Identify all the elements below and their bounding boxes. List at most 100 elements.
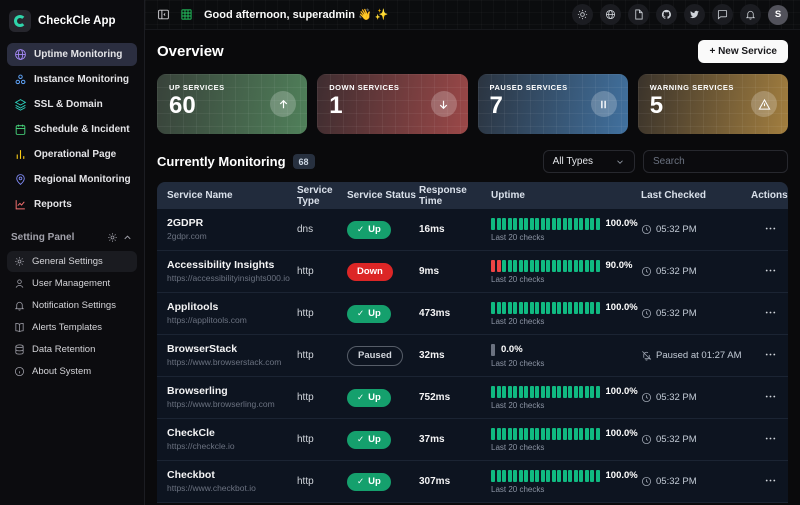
collapse-sidebar-button[interactable] [157,8,170,21]
stat-card-paused-services[interactable]: PAUSED SERVICES7 [478,74,628,134]
settings-item-general-settings[interactable]: General Settings [7,251,137,272]
last-checked-cell: 05:32 PM [641,434,751,445]
clock-icon [641,224,652,235]
github-button[interactable] [656,4,677,25]
uptime-bar [563,302,567,314]
topbar: Good afternoon, superadmin 👋 ✨ S [145,0,800,30]
sidebar-item-uptime-monitoring[interactable]: Uptime Monitoring [7,43,137,66]
app-logo[interactable]: CheckCle App [7,8,137,43]
type-filter-select[interactable]: All Types [543,150,635,173]
stat-card-down-services[interactable]: DOWN SERVICES1 [317,74,467,134]
uptime-bar [491,260,495,272]
response-time: 473ms [419,308,491,319]
user-icon [14,278,25,289]
row-actions-cell [751,432,777,448]
sidebar-item-ssl-domain[interactable]: SSL & Domain [7,93,137,116]
settings-item-user-management[interactable]: User Management [7,273,137,294]
uptime-bar [535,302,539,314]
sidebar-item-schedule-incident[interactable]: Schedule & Incident [7,118,137,141]
table-row-2gdpr[interactable]: 2GDPR2gdpr.comdns✓Up16ms100.0%Last 20 ch… [157,209,788,251]
uptime-bar [552,260,556,272]
stat-card-up-services[interactable]: UP SERVICES60 [157,74,307,134]
settings-panel-header[interactable]: Setting Panel [7,218,137,251]
settings-item-notification-settings[interactable]: Notification Settings [7,295,137,316]
theme-toggle-button[interactable] [572,4,593,25]
globe-icon [14,48,27,61]
sidebar-item-instance-monitoring[interactable]: Instance Monitoring [7,68,137,91]
check-icon: ✓ [357,224,364,235]
stat-card-label: WARNING SERVICES [650,83,776,92]
nodes-icon [14,73,27,86]
service-status-cell: ✓Up [347,431,419,449]
uptime-bar [579,302,583,314]
user-avatar[interactable]: S [768,5,788,25]
service-status-cell: Paused [347,346,419,366]
table-row-checkcle[interactable]: CheckClehttps://checkcle.iohttp✓Up37ms10… [157,419,788,461]
service-status-cell: Down [347,263,419,281]
monitoring-count-badge: 68 [293,154,315,169]
check-icon: ✓ [357,392,364,403]
database-icon [14,344,25,355]
table-row-checkbot[interactable]: Checkbothttps://www.checkbot.iohttp✓Up30… [157,461,788,503]
row-actions-button[interactable] [764,390,777,406]
row-actions-button[interactable] [764,306,777,322]
settings-item-data-retention[interactable]: Data Retention [7,339,137,360]
row-actions-button[interactable] [764,222,777,238]
uptime-bar [585,470,589,482]
uptime-bar [590,302,594,314]
sidebar-item-reports[interactable]: Reports [7,193,137,216]
twitter-button[interactable] [684,4,705,25]
row-actions-button[interactable] [764,348,777,364]
sidebar-item-operational-page[interactable]: Operational Page [7,143,137,166]
uptime-bars-row: 100.0% [491,302,641,314]
twitter-icon [689,9,700,20]
uptime-bar [530,428,534,440]
settings-item-alerts-templates[interactable]: Alerts Templates [7,317,137,338]
service-name: Browserling [167,385,297,399]
service-url: https://accessibilityinsights000.io [167,273,297,284]
row-actions-button[interactable] [764,432,777,448]
row-actions-button[interactable] [764,474,777,490]
sidebar-item-regional-monitoring[interactable]: Regional Monitoring [7,168,137,191]
uptime-bar [524,428,528,440]
service-name: Checkbot [167,469,297,483]
stat-card-label: UP SERVICES [169,83,295,92]
stat-card-warning-services[interactable]: WARNING SERVICES5 [638,74,788,134]
calendar-icon [14,123,27,136]
uptime-bar [579,260,583,272]
uptime-bars-row: 100.0% [491,470,641,482]
service-name-cell: CheckClehttps://checkcle.io [167,427,297,452]
service-status-cell: ✓Up [347,305,419,323]
uptime-bar [491,218,495,230]
docs-button[interactable] [628,4,649,25]
service-type: http [297,434,347,445]
new-service-button[interactable]: + New Service [698,40,788,63]
status-label: Down [357,266,383,277]
notifications-button[interactable] [740,4,761,25]
feedback-button[interactable] [712,4,733,25]
table-row-browserling[interactable]: Browserlinghttps://www.browserling.comht… [157,377,788,419]
uptime-bar [557,386,561,398]
column-header-uptime: Uptime [491,190,641,201]
uptime-bar [590,470,594,482]
table-row-accessibility-insights[interactable]: Accessibility Insightshttps://accessibil… [157,251,788,293]
table-row-applitools[interactable]: Applitoolshttps://applitools.comhttp✓Up4… [157,293,788,335]
check-icon: ✓ [357,476,364,487]
row-actions-button[interactable] [764,264,777,280]
apps-grid-button[interactable] [180,8,193,21]
status-badge: Paused [347,346,403,366]
settings-item-about-system[interactable]: About System [7,361,137,382]
row-actions-cell [751,306,777,322]
gear-icon [14,256,25,267]
uptime-percent: 100.0% [606,218,638,229]
uptime-bar [491,470,495,482]
uptime-bar [574,218,578,230]
search-input[interactable] [643,150,788,173]
language-button[interactable] [600,4,621,25]
sun-icon [577,9,588,20]
table-row-browserstack[interactable]: BrowserStackhttps://www.browserstack.com… [157,335,788,377]
uptime-bar [502,302,506,314]
sidebar-menu: Uptime MonitoringInstance MonitoringSSL … [7,43,137,218]
uptime-bar [557,260,561,272]
uptime-bar [574,260,578,272]
